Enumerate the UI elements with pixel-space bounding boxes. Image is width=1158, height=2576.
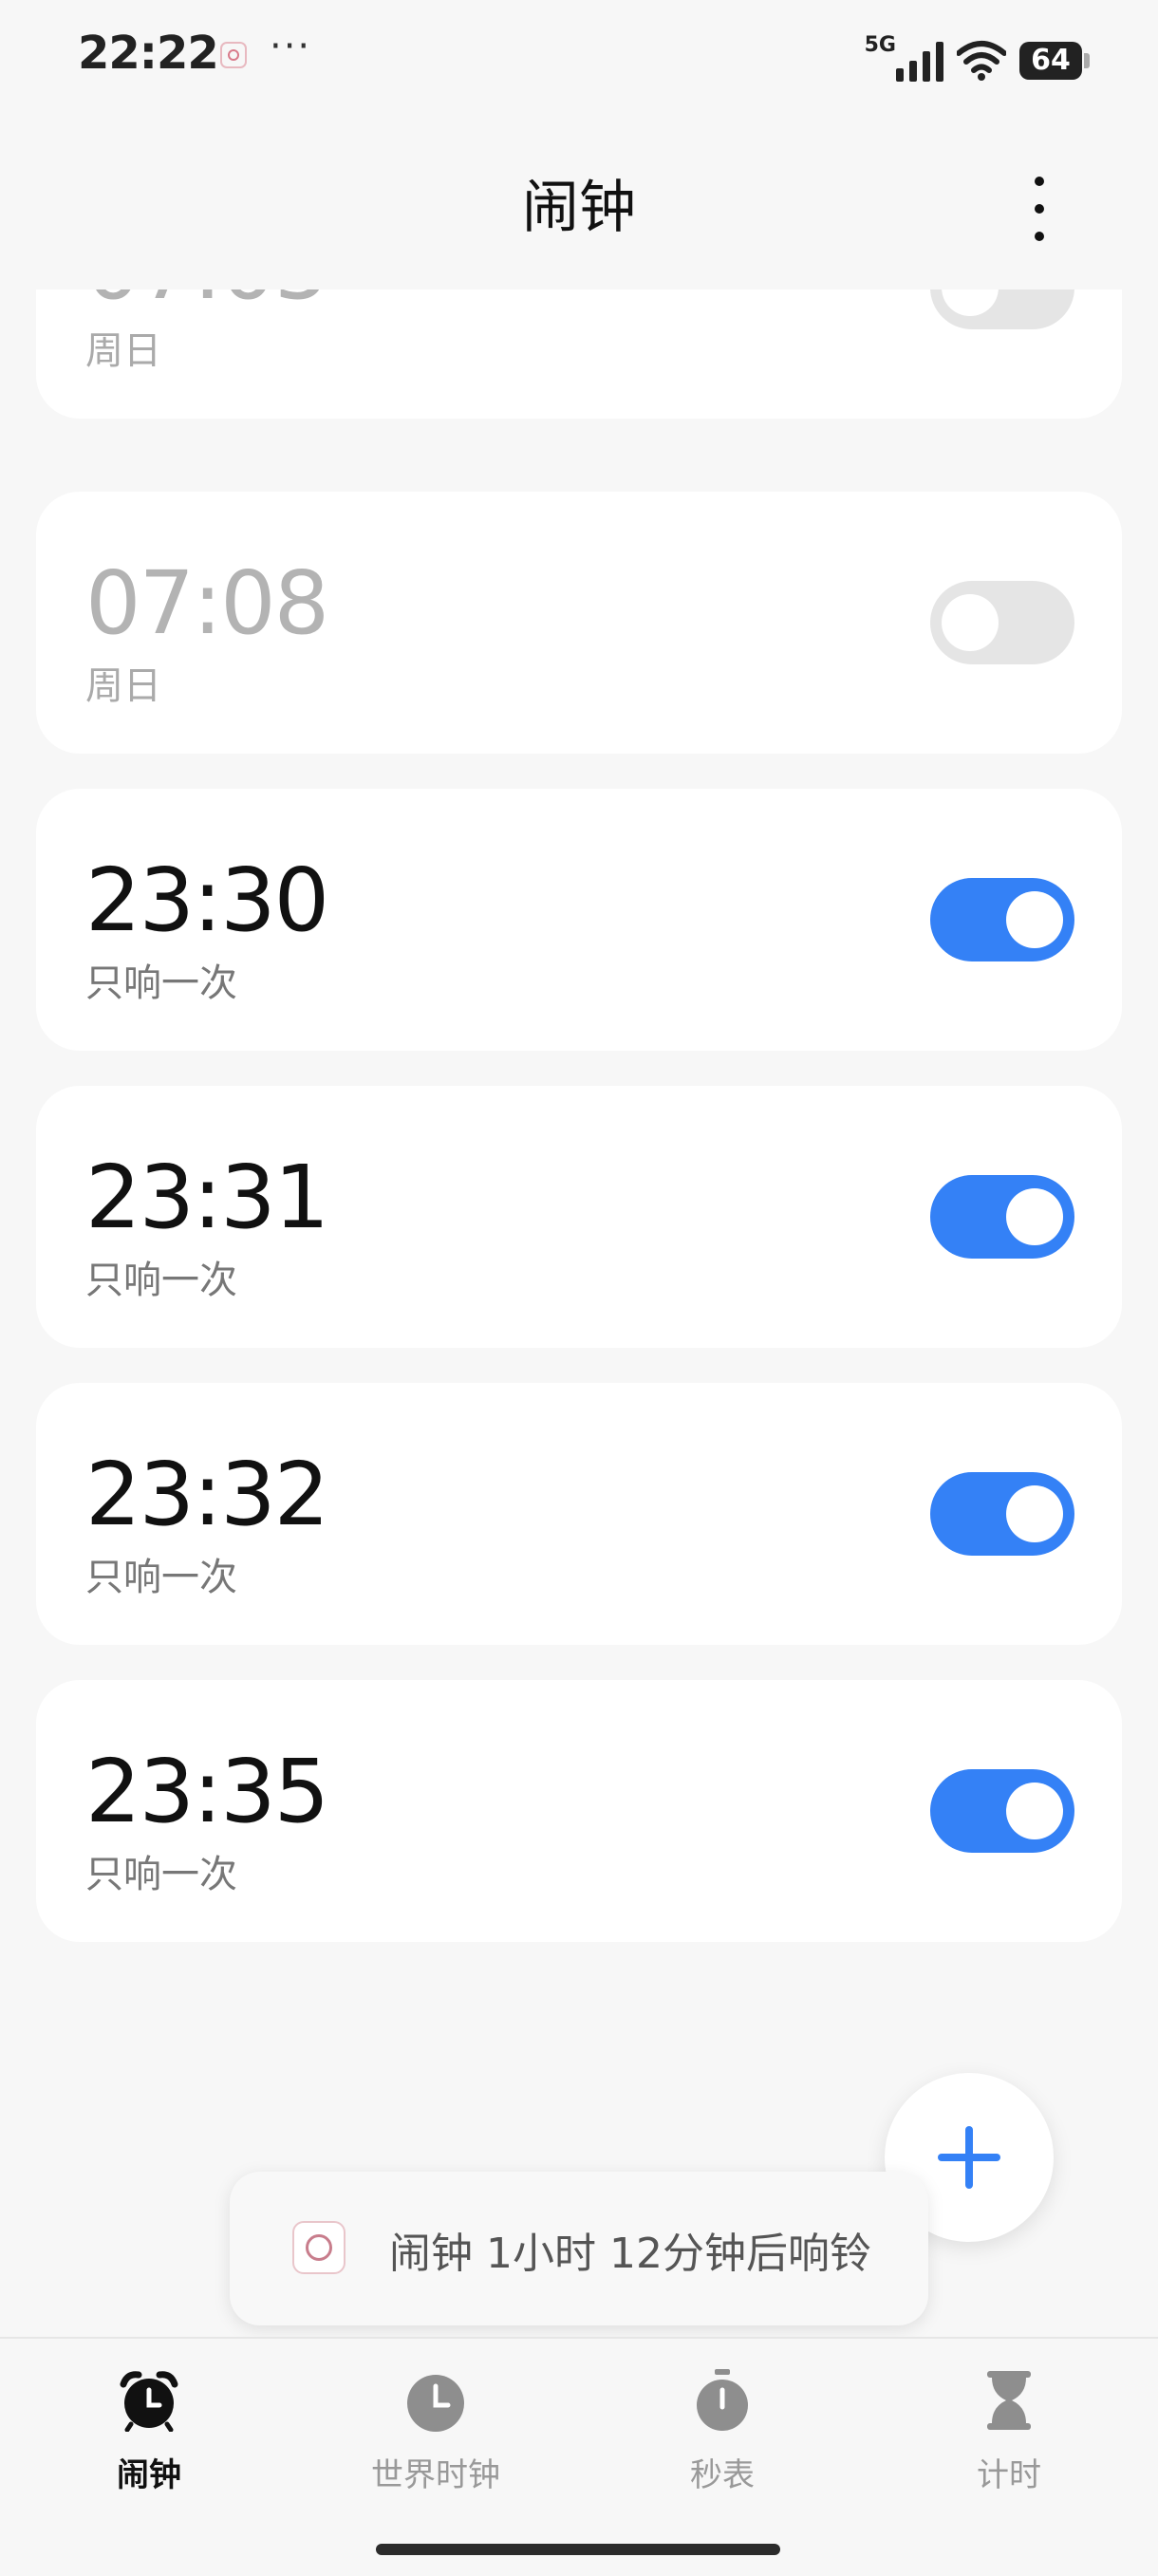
tab-label: 世界时钟	[371, 2456, 500, 2494]
alarm-toggle[interactable]	[930, 581, 1074, 664]
home-indicator[interactable]	[376, 2544, 780, 2555]
alarm-repeat-label: 只响一次	[85, 1556, 237, 1599]
cell-signal-icon	[896, 40, 943, 82]
alarm-time: 23:35	[85, 1741, 329, 1842]
alarm-repeat-label: 只响一次	[85, 1853, 237, 1896]
tab-label: 计时	[977, 2456, 1041, 2494]
tab-label: 闹钟	[117, 2456, 181, 2494]
alarm-repeat-label: 只响一次	[85, 961, 237, 1005]
alarm-list[interactable]: 07:05 周日 07:08 周日 23:30 只响一次 23:31 只响一次 …	[0, 289, 1158, 1998]
network-type: 5G	[864, 33, 896, 57]
tab-timer[interactable]: 计时	[895, 2369, 1123, 2502]
tab-label: 秒表	[690, 2456, 755, 2494]
hourglass-icon	[987, 2371, 1031, 2430]
alarm-clock-icon	[120, 2371, 178, 2433]
alarm-card[interactable]: 23:32 只响一次	[36, 1383, 1122, 1645]
status-bar: 22:22 ··· 5G 64	[0, 0, 1158, 114]
status-indicators: 5G 64	[864, 28, 1090, 82]
alarm-time: 23:32	[85, 1444, 329, 1545]
toast-notification: 闹钟 1小时 12分钟后响铃	[230, 2172, 928, 2325]
tab-alarm[interactable]: 闹钟	[35, 2369, 263, 2502]
alarm-toggle[interactable]	[930, 1769, 1074, 1853]
alarm-toggle[interactable]	[930, 1472, 1074, 1556]
alarm-toggle[interactable]	[930, 1175, 1074, 1259]
alarm-repeat-label: 周日	[85, 664, 161, 708]
bottom-nav: 闹钟 世界时钟 秒表 计时	[0, 2337, 1158, 2576]
alarm-time: 07:05	[85, 289, 329, 316]
alarm-card[interactable]: 07:05 周日	[36, 289, 1122, 419]
world-clock-icon	[407, 2375, 464, 2432]
alarm-time: 23:31	[85, 1147, 329, 1248]
alarm-card[interactable]: 23:30 只响一次	[36, 789, 1122, 1051]
alarm-repeat-label: 只响一次	[85, 1259, 237, 1302]
status-more-indicator: ···	[270, 25, 312, 68]
alarm-card[interactable]: 23:35 只响一次	[36, 1680, 1122, 1942]
alarm-card[interactable]: 23:31 只响一次	[36, 1086, 1122, 1348]
notification-app-icon	[220, 42, 247, 68]
status-time: 22:22	[78, 27, 219, 80]
battery-level: 64	[1031, 44, 1071, 77]
tab-stopwatch[interactable]: 秒表	[608, 2369, 836, 2502]
stopwatch-icon	[697, 2369, 748, 2431]
more-options-icon[interactable]	[1016, 171, 1063, 247]
alarm-card[interactable]: 07:08 周日	[36, 492, 1122, 754]
battery-icon: 64	[1019, 42, 1090, 80]
page-title: 闹钟	[522, 175, 636, 241]
alarm-toggle[interactable]	[930, 878, 1074, 961]
alarm-repeat-label: 周日	[85, 329, 161, 373]
clock-app-icon	[292, 2221, 346, 2274]
alarm-time: 23:30	[85, 849, 329, 951]
wifi-icon	[957, 41, 1006, 81]
alarm-time: 07:08	[85, 552, 329, 654]
toast-text: 闹钟 1小时 12分钟后响铃	[389, 2230, 871, 2278]
alarm-toggle[interactable]	[930, 289, 1074, 329]
tab-world-clock[interactable]: 世界时钟	[322, 2369, 550, 2502]
